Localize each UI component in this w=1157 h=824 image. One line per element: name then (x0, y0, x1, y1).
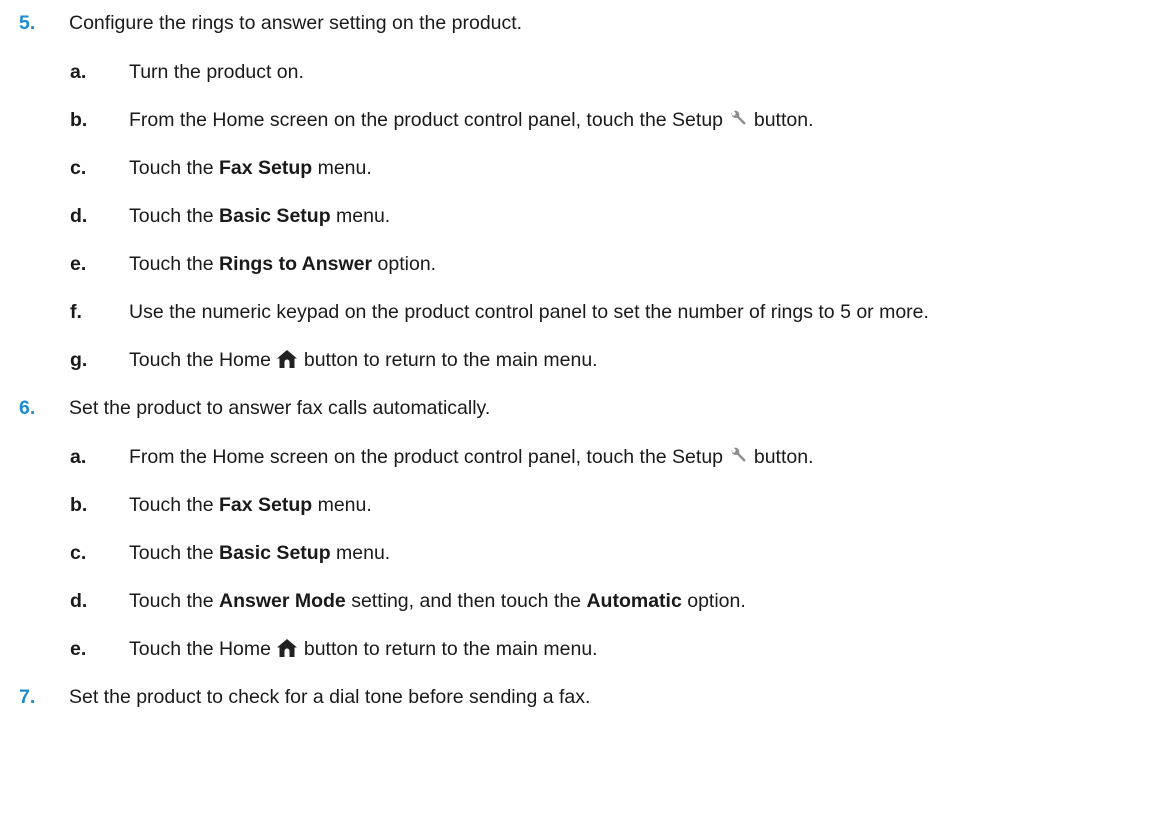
substep-letter: a. (70, 446, 87, 468)
setting-name: Answer Mode (218, 590, 346, 612)
step-number: 5. (19, 12, 36, 34)
substep-text: Touch the Basic Setup menu. (129, 542, 391, 564)
substep-letter: g. (70, 349, 88, 371)
step-number: 7. (19, 686, 36, 708)
menu-name: Basic Setup (218, 205, 331, 227)
wrench-icon (728, 109, 748, 129)
substep-text: Use the numeric keypad on the product co… (129, 301, 929, 323)
option-name: Rings to Answer (218, 253, 373, 275)
substep-letter: c. (70, 542, 87, 564)
menu-name: Basic Setup (218, 542, 331, 564)
option-name: Automatic (586, 590, 682, 612)
step-text: Set the product to answer fax calls auto… (69, 397, 491, 419)
wrench-icon (728, 446, 748, 466)
substep-text: Touch the Answer Mode setting, and then … (129, 590, 746, 612)
menu-name: Fax Setup (218, 494, 313, 516)
step-text: Set the product to check for a dial tone… (69, 686, 591, 708)
substep-letter: e. (70, 638, 87, 660)
substep-text: Touch the Home button to return to the m… (129, 638, 598, 660)
substep-letter: b. (70, 494, 88, 516)
menu-name: Fax Setup (218, 157, 313, 179)
substep-text: Turn the product on. (129, 61, 304, 83)
home-icon (276, 349, 298, 369)
step-text: Configure the rings to answer setting on… (69, 12, 523, 34)
substep-letter: f. (70, 301, 82, 323)
substep-letter: e. (70, 253, 87, 275)
substep-letter: a. (70, 61, 87, 83)
substep-text: Touch the Fax Setup menu. (129, 157, 372, 179)
substep-text: From the Home screen on the product cont… (129, 109, 814, 131)
home-icon (276, 638, 298, 658)
substep-text: Touch the Home button to return to the m… (129, 349, 598, 371)
substep-text: Touch the Rings to Answer option. (129, 253, 437, 275)
substep-text: From the Home screen on the product cont… (129, 446, 814, 468)
substep-letter: d. (70, 205, 88, 227)
substep-letter: c. (70, 157, 87, 179)
document-page: 5. Configure the rings to answer setting… (0, 0, 1157, 824)
substep-text: Touch the Basic Setup menu. (129, 205, 391, 227)
substep-letter: d. (70, 590, 88, 612)
step-number: 6. (19, 397, 36, 419)
substep-text: Touch the Fax Setup menu. (129, 494, 372, 516)
substep-letter: b. (70, 109, 88, 131)
